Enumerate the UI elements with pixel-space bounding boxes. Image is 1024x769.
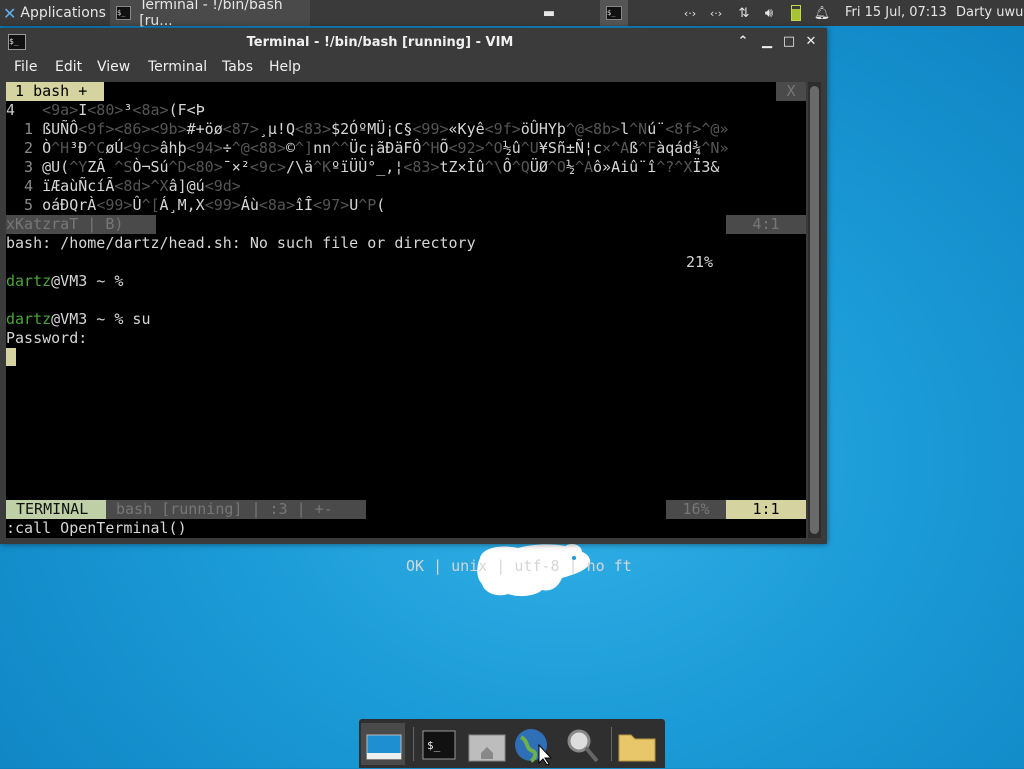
network-icon[interactable]: ‹·› <box>680 0 700 26</box>
dock-separator-2 <box>611 727 612 761</box>
window-minimize-icon[interactable]: ▁ <box>758 33 776 51</box>
web-browser-launcher[interactable] <box>511 723 555 766</box>
vim-buffer-line: 1 ßUÑÔ<9f><86><9b>#+öø<87>¸µ!Q<83>$2ÓºMÜ… <box>6 120 729 138</box>
folder-launcher[interactable] <box>615 723 659 765</box>
taskbar-terminal-title: Terminal - !/bin/bash [ru... <box>139 0 283 29</box>
vim-buffer-line: 3 @U(^YZÂ ^SÒ¬Sú^D<80>¯×²<9c>/\ä^KºïÜÙ°_… <box>6 158 720 176</box>
password-prompt: Password: <box>6 329 88 347</box>
menu-file[interactable]: File <box>14 59 37 75</box>
status-percent: 21% <box>686 253 714 271</box>
line-number: 3 <box>6 158 43 176</box>
window-titlebar[interactable]: $_ Terminal - !/bin/bash [running] - VIM… <box>0 28 827 56</box>
top-panel: ✕ Applications ≡ $_ Terminal - !/bin/bas… <box>0 0 1024 29</box>
menu-edit[interactable]: Edit <box>55 59 82 75</box>
menu-bar: File Edit View Terminal Tabs Help <box>0 56 827 80</box>
terminal-launcher[interactable]: $_ <box>417 723 461 765</box>
applications-label: Applications <box>20 5 106 21</box>
prompt-user-2: dartz <box>6 310 52 328</box>
window-title: Terminal - !/bin/bash [running] - VIM <box>246 35 514 50</box>
scrollbar-thumb[interactable] <box>810 86 819 534</box>
workspace-icon: $_ <box>606 6 622 20</box>
status-position-2: 1:1 <box>726 500 806 519</box>
clock[interactable]: Fri 15 Jul, 07:13 <box>845 0 947 26</box>
menu-help[interactable]: Help <box>269 59 301 75</box>
applications-menu[interactable]: ✕ Applications ≡ <box>0 0 122 26</box>
home-folder-launcher[interactable] <box>465 723 509 765</box>
terminal-area[interactable]: 1 bash + X 4 <9a>I<80>³<8a>(F<Þ 1 ßUÑÔ<9… <box>6 82 806 575</box>
vim-buffer-line: 5 oáĐQrÀ<99>Û^[Á¸M,X<99>Áù<8a>îÎ<97>U^P( <box>6 196 386 214</box>
workspace-switcher[interactable]: $_ <box>600 0 628 26</box>
home-folder-icon <box>468 734 506 762</box>
status-file-info: OK | unix | utf-8 | no ft <box>406 557 632 575</box>
shell-prompt-2: dartz@VM3 ~ % su <box>6 310 151 328</box>
error-output: bash: /home/dartz/head.sh: No such file … <box>6 234 476 252</box>
terminal-icon: $_ <box>422 730 456 760</box>
transfer-icon[interactable]: ⇅ <box>733 0 755 26</box>
vim-command-line[interactable]: :call OpenTerminal() <box>6 519 187 538</box>
battery-icon[interactable] <box>786 0 806 26</box>
xfce-logo-icon: ✕ <box>3 3 17 23</box>
vim-tab-bash[interactable]: 1 bash + <box>6 82 104 101</box>
status-buffer: bash [running] | :3 | +- <box>106 500 366 519</box>
user-menu[interactable]: Darty uwu <box>956 0 1023 26</box>
vim-buffer-line: 4 ïÆaùÑcíÃ<8d>^Xâ]@ú<9d> <box>6 177 241 195</box>
line-number: 2 <box>6 139 43 157</box>
menu-view[interactable]: View <box>97 59 130 75</box>
status-position: 4:1 <box>726 215 806 234</box>
taskbar-terminal-button[interactable]: $_ Terminal - !/bin/bash [ru... <box>110 0 310 29</box>
menu-terminal[interactable]: Terminal <box>148 59 207 75</box>
line-number: 4 <box>6 177 43 195</box>
bottom-dock: $_ <box>359 719 665 768</box>
search-launcher[interactable] <box>559 723 603 765</box>
svg-text:$_: $_ <box>427 739 441 752</box>
search-icon <box>567 729 599 763</box>
status-buffer-name: xKatzraT | B) <box>6 215 156 234</box>
volume-icon[interactable]: 🔊︎ <box>759 0 779 26</box>
vim-statusline-inactive: xKatzraT | B) 21% 4:1 <box>6 215 806 271</box>
menu-tabs[interactable]: Tabs <box>222 59 253 75</box>
vim-buffer-line: 2 Ò^H³Đ^CøÚ<9c>âhþ<94>÷^@<88>©^]nn^^Üc¡ã… <box>6 139 729 157</box>
folder-icon <box>618 734 656 762</box>
window-roll-up-icon[interactable]: ⌃ <box>734 33 752 51</box>
prompt-user: dartz <box>6 272 52 290</box>
vim-statusline-terminal: TERMINAL bash [running] | :3 | +- OK | u… <box>6 500 806 575</box>
web-browser-icon <box>515 729 553 766</box>
status-mode: TERMINAL <box>6 500 106 519</box>
terminal-scrollbar[interactable] <box>808 82 821 538</box>
terminal-window: $_ Terminal - !/bin/bash [running] - VIM… <box>0 28 827 575</box>
line-number: 5 <box>6 196 43 214</box>
network-icon-2[interactable]: ‹·› <box>706 0 726 26</box>
vim-tab-close[interactable]: X <box>776 82 806 101</box>
window-close-icon[interactable]: ✕ <box>802 33 820 51</box>
status-percent-2: 16% <box>666 500 726 519</box>
show-desktop-icon <box>366 734 402 760</box>
vim-tabline: 1 bash + X <box>6 82 806 101</box>
vim-line-current: 4 <9a>I<80>³<8a>(F<Þ <box>6 101 205 119</box>
line-number: 1 <box>6 120 43 138</box>
window-maximize-icon[interactable]: □ <box>780 33 798 51</box>
show-desktop-button[interactable] <box>361 723 405 765</box>
shell-prompt-1: dartz@VM3 ~ % <box>6 272 124 290</box>
terminal-icon: $_ <box>116 6 132 20</box>
minimize-all-icon[interactable]: ▬ <box>538 0 560 26</box>
notification-icon[interactable]: 🔔︎ <box>812 0 832 26</box>
dock-separator <box>413 727 414 761</box>
text-cursor <box>6 348 16 366</box>
